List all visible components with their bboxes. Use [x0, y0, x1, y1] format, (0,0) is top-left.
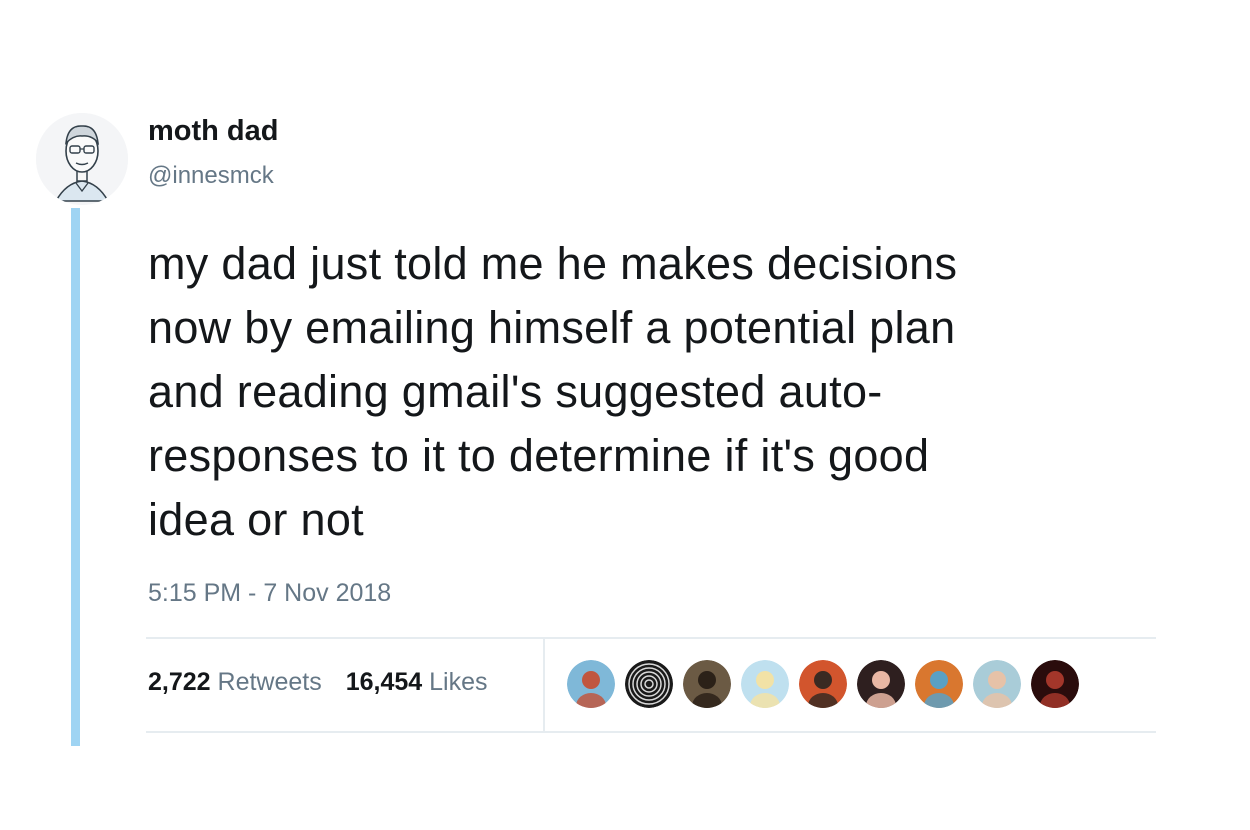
retweets-label: Retweets: [217, 668, 322, 696]
tweet-stats: 2,722 Retweets 16,454 Likes: [148, 668, 488, 697]
tweet-timestamp[interactable]: 5:15 PM - 7 Nov 2018: [148, 579, 391, 608]
profile-avatar[interactable]: [36, 113, 128, 205]
user-avatar-icon: [625, 660, 673, 708]
liker-avatar-8[interactable]: [973, 660, 1021, 708]
user-avatar-icon: [741, 660, 789, 708]
user-avatar-icon: [683, 660, 731, 708]
tweet-text: my dad just told me he makes decisions n…: [148, 238, 958, 545]
liker-avatar-2[interactable]: [625, 660, 673, 708]
sketch-man-avatar-icon: [36, 113, 128, 205]
user-avatar-icon: [857, 660, 905, 708]
user-avatar-icon: [567, 660, 615, 708]
liker-avatars: [567, 660, 1079, 708]
user-avatar-icon: [799, 660, 847, 708]
liker-avatar-3[interactable]: [683, 660, 731, 708]
user-avatar-icon: [973, 660, 1021, 708]
user-handle[interactable]: @innesmck: [148, 162, 274, 190]
retweets-count: 2,722: [148, 668, 211, 696]
likes-stat[interactable]: 16,454 Likes: [346, 668, 488, 697]
user-avatar-icon: [1031, 660, 1079, 708]
likes-label: Likes: [429, 668, 488, 696]
liker-avatar-4[interactable]: [741, 660, 789, 708]
stats-vertical-divider: [543, 639, 545, 731]
thread-line: [71, 208, 80, 746]
display-name[interactable]: moth dad: [148, 115, 279, 148]
user-avatar-icon: [915, 660, 963, 708]
stats-divider-top: [146, 637, 1156, 639]
liker-avatar-1[interactable]: [567, 660, 615, 708]
liker-avatar-7[interactable]: [915, 660, 963, 708]
liker-avatar-9[interactable]: [1031, 660, 1079, 708]
stats-divider-bottom: [146, 731, 1156, 733]
likes-count: 16,454: [345, 668, 423, 696]
retweets-stat[interactable]: 2,722 Retweets: [148, 668, 322, 697]
liker-avatar-5[interactable]: [799, 660, 847, 708]
liker-avatar-6[interactable]: [857, 660, 905, 708]
